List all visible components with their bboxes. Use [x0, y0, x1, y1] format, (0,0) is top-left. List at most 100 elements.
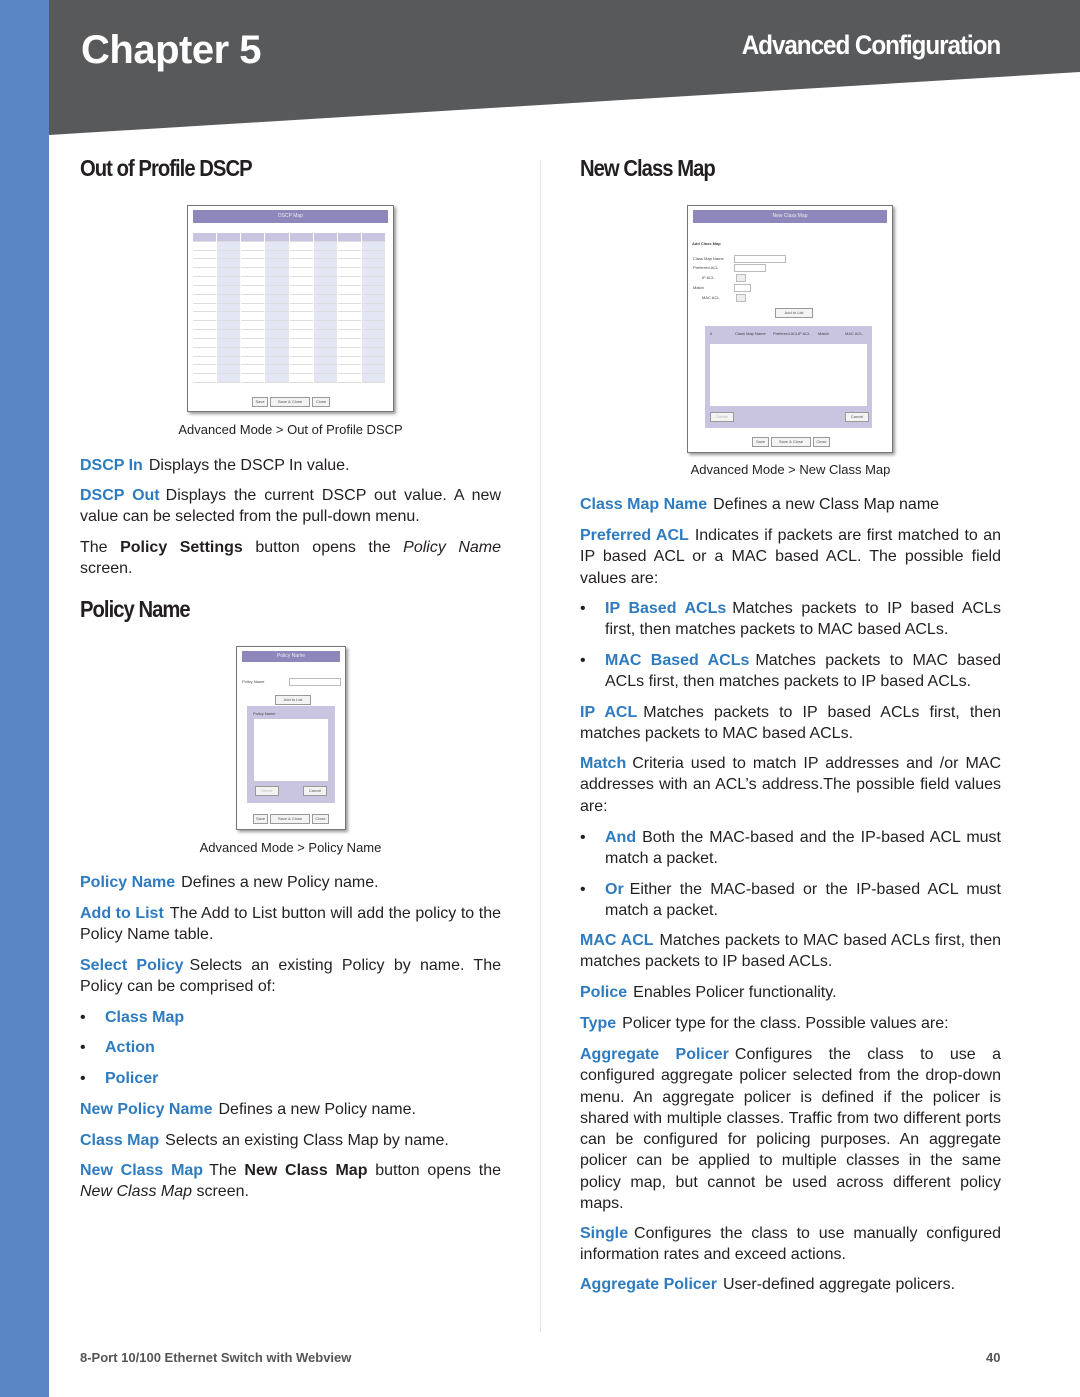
dscp-out-select[interactable] — [265, 259, 289, 269]
dscp-in-cell — [193, 241, 217, 251]
dscp-out-select[interactable] — [361, 277, 385, 286]
dscp-out-select[interactable] — [217, 312, 241, 322]
dscp-out-select[interactable] — [265, 330, 289, 339]
dscp-out-select[interactable] — [361, 241, 385, 251]
delete-button[interactable]: Delete — [710, 412, 734, 422]
description: Defines a new Policy name. — [218, 1101, 416, 1118]
dscp-out-select[interactable] — [265, 294, 289, 304]
dscp-out-select[interactable] — [265, 268, 289, 278]
term: Type — [580, 1015, 617, 1032]
dscp-out-select[interactable] — [313, 321, 337, 331]
dscp-out-select[interactable] — [361, 365, 385, 375]
add-to-list-button[interactable]: Add to List — [775, 308, 813, 318]
policy-name-input[interactable] — [289, 678, 341, 686]
dscp-out-select[interactable] — [313, 312, 337, 322]
save-button[interactable]: Save — [253, 814, 268, 824]
dscp-out-select[interactable] — [217, 321, 241, 331]
dscp-out-select[interactable] — [217, 356, 241, 366]
save-close-button[interactable]: Save & Close — [270, 397, 310, 407]
dscp-column-header — [193, 233, 217, 242]
class-map-list[interactable] — [710, 344, 867, 406]
dscp-in-cell — [193, 268, 217, 278]
dscp-out-select[interactable] — [361, 312, 385, 322]
dscp-out-select[interactable] — [313, 294, 337, 304]
column-header: Preferred ACL — [773, 331, 799, 336]
dscp-out-select[interactable] — [265, 356, 289, 366]
dscp-out-select[interactable] — [265, 277, 289, 286]
dscp-out-select[interactable] — [313, 356, 337, 366]
dscp-out-select[interactable] — [361, 285, 385, 295]
dscp-out-select[interactable] — [313, 365, 337, 375]
dscp-out-select[interactable] — [217, 294, 241, 304]
dscp-out-select[interactable] — [313, 268, 337, 278]
dscp-out-select[interactable] — [265, 303, 289, 313]
save-button[interactable]: Save — [252, 397, 268, 407]
save-close-button[interactable]: Save & Close — [270, 814, 310, 824]
mac-acl-select[interactable] — [736, 294, 746, 302]
dscp-out-select[interactable] — [217, 277, 241, 286]
add-to-list-button[interactable]: Add to List — [275, 695, 311, 705]
dscp-out-select[interactable] — [313, 374, 337, 383]
close-button[interactable]: Close — [813, 437, 830, 447]
term: Match — [580, 755, 627, 772]
dscp-out-select[interactable] — [217, 303, 241, 313]
preferred-acl-select[interactable] — [734, 264, 766, 272]
dscp-out-select[interactable] — [313, 347, 337, 357]
dscp-out-select[interactable] — [265, 365, 289, 375]
para-single: Single Configures the class to use manual… — [580, 1223, 1001, 1266]
close-button[interactable]: Close — [312, 814, 329, 824]
save-close-button[interactable]: Save & Close — [771, 437, 811, 447]
cancel-button[interactable]: Cancel — [303, 786, 327, 796]
dscp-out-select[interactable] — [313, 250, 337, 260]
class-map-name-input[interactable] — [734, 255, 786, 263]
dscp-out-select[interactable] — [361, 374, 385, 383]
dscp-out-select[interactable] — [265, 285, 289, 295]
dscp-out-select[interactable] — [313, 285, 337, 295]
dscp-out-select[interactable] — [361, 294, 385, 304]
dscp-out-select[interactable] — [217, 330, 241, 339]
close-button[interactable]: Close — [312, 397, 330, 407]
dscp-out-select[interactable] — [217, 259, 241, 269]
delete-button[interactable]: Delete — [255, 786, 279, 796]
dscp-out-select[interactable] — [313, 259, 337, 269]
dscp-out-select[interactable] — [217, 241, 241, 251]
dscp-out-select[interactable] — [217, 338, 241, 348]
dscp-out-select[interactable] — [361, 330, 385, 339]
dscp-out-select[interactable] — [361, 347, 385, 357]
dscp-out-select[interactable] — [313, 241, 337, 251]
dscp-out-select[interactable] — [265, 312, 289, 322]
dscp-out-select[interactable] — [313, 303, 337, 313]
dscp-out-select[interactable] — [361, 259, 385, 269]
column-header: IP ACL — [798, 331, 811, 336]
match-select[interactable] — [734, 284, 751, 292]
dscp-out-select[interactable] — [265, 338, 289, 348]
dscp-out-select[interactable] — [313, 277, 337, 286]
dscp-out-select[interactable] — [361, 303, 385, 313]
dscp-out-select[interactable] — [361, 356, 385, 366]
dscp-in-cell — [241, 259, 265, 269]
dscp-out-select[interactable] — [265, 321, 289, 331]
dscp-out-select[interactable] — [265, 374, 289, 383]
dscp-out-select[interactable] — [265, 250, 289, 260]
dscp-out-select[interactable] — [313, 338, 337, 348]
dscp-out-select[interactable] — [217, 374, 241, 383]
dscp-out-select[interactable] — [217, 285, 241, 295]
dscp-out-select[interactable] — [361, 268, 385, 278]
dscp-out-select[interactable] — [217, 365, 241, 375]
dscp-out-select[interactable] — [361, 321, 385, 331]
save-button[interactable]: Save — [752, 437, 769, 447]
ip-acl-select[interactable] — [736, 274, 746, 282]
policy-list[interactable] — [254, 719, 328, 781]
dscp-out-select[interactable] — [265, 241, 289, 251]
dscp-out-select[interactable] — [217, 250, 241, 260]
cancel-button[interactable]: Cancel — [845, 412, 869, 422]
dscp-out-select[interactable] — [361, 338, 385, 348]
dscp-out-select[interactable] — [217, 347, 241, 357]
dscp-out-select[interactable] — [217, 268, 241, 278]
para-type: Type Policer type for the class. Possible… — [580, 1013, 1001, 1034]
para-policy-settings: The Policy Settings button opens the Pol… — [80, 537, 501, 580]
column-header: # — [710, 331, 713, 336]
dscp-out-select[interactable] — [361, 250, 385, 260]
dscp-out-select[interactable] — [313, 330, 337, 339]
dscp-out-select[interactable] — [265, 347, 289, 357]
